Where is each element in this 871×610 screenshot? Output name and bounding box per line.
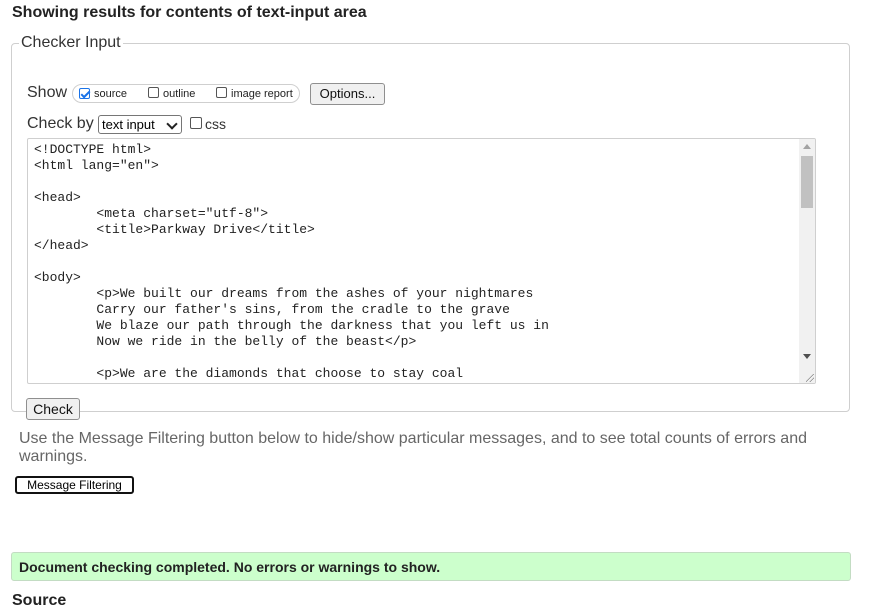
- image-report-checkbox[interactable]: [216, 87, 227, 98]
- outline-label[interactable]: outline: [163, 88, 195, 100]
- css-label[interactable]: css: [205, 116, 226, 132]
- textarea-scrollbar[interactable]: [799, 139, 815, 383]
- success-message: Document checking completed. No errors o…: [19, 559, 441, 575]
- resize-handle-icon[interactable]: [806, 374, 814, 382]
- check-by-label: Check by: [27, 115, 94, 132]
- source-textarea[interactable]: <!DOCTYPE html> <html lang="en"> <head> …: [27, 138, 816, 384]
- options-button[interactable]: Options...: [310, 83, 385, 105]
- source-label[interactable]: source: [94, 88, 127, 100]
- check-by-value: text input: [102, 117, 155, 132]
- scrollbar-thumb[interactable]: [801, 156, 813, 208]
- source-heading: Source: [12, 592, 67, 609]
- image-report-label[interactable]: image report: [231, 88, 293, 100]
- show-options-group: source outline image report: [72, 84, 300, 103]
- success-message-box: Document checking completed. No errors o…: [11, 552, 851, 581]
- show-label: Show: [27, 84, 68, 101]
- check-by-select[interactable]: text input: [98, 115, 182, 134]
- checker-input-legend: Checker Input: [21, 34, 121, 51]
- chevron-down-icon: [166, 118, 178, 130]
- textarea-content[interactable]: <!DOCTYPE html> <html lang="en"> <head> …: [34, 142, 549, 382]
- checker-input-fieldset: Checker Input Show source outline image …: [11, 34, 850, 420]
- scroll-down-icon[interactable]: [803, 354, 811, 359]
- check-button[interactable]: Check: [26, 398, 80, 420]
- filtering-info-text: Use the Message Filtering button below t…: [19, 430, 807, 465]
- scroll-up-icon[interactable]: [803, 144, 811, 149]
- message-filtering-button[interactable]: Message Filtering: [15, 476, 134, 494]
- source-checkbox[interactable]: [79, 88, 90, 99]
- css-checkbox[interactable]: [190, 117, 202, 129]
- page-heading: Showing results for contents of text-inp…: [12, 4, 367, 21]
- outline-checkbox[interactable]: [148, 87, 159, 98]
